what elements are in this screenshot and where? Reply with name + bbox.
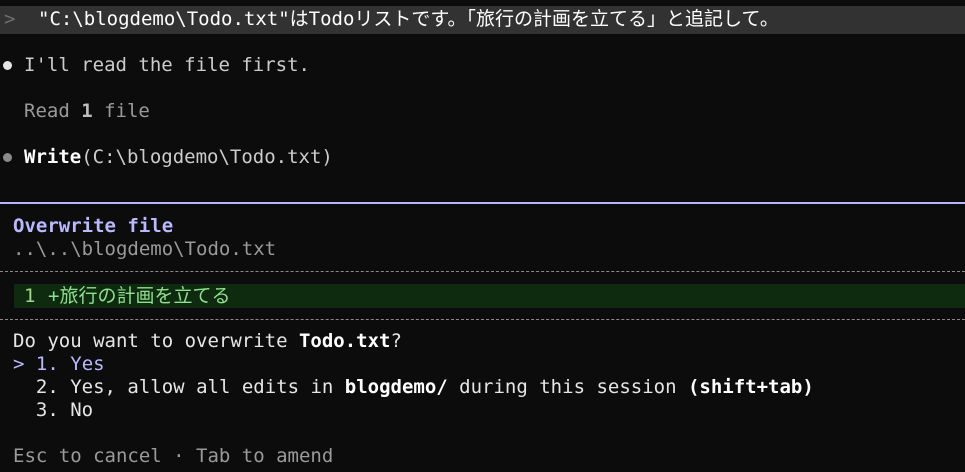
read-prefix: Read [24,100,82,122]
option-no[interactable]: 3. No [13,399,93,422]
option-label-prefix: Yes, allow all edits in [70,376,345,398]
option-number: 3. [35,399,59,421]
dialog-top-border [0,202,965,204]
tool-args: (C:\blogdemo\Todo.txt) [81,146,333,168]
dialog-footer-hint: Esc to cancel · Tab to amend [13,445,334,467]
question-prefix: Do you want to overwrite [13,330,299,352]
overwrite-question: Do you want to overwrite Todo.txt? [13,330,402,353]
tool-call: Write(C:\blogdemo\Todo.txt) [24,146,333,169]
read-count: 1 [81,100,93,122]
diff-top-divider [0,271,965,272]
option-shortcut: (shift+tab) [687,376,814,398]
option-label: No [70,399,94,421]
diff-marker: + [48,285,60,307]
user-prompt-text: "C:\blogdemo\Todo.txt"はTodoリストです。「旅行の計画を… [38,8,779,30]
prompt-caret: > [4,8,16,30]
selection-caret-icon: > [13,353,25,375]
option-yes[interactable]: > 1. Yes [13,353,105,376]
assistant-message: I'll read the file first. [24,54,310,76]
diff-line-content: +旅行の計画を立てる [48,284,230,308]
dialog-file-path: ..\..\blogdemo\Todo.txt [13,238,277,260]
diff-bottom-divider [0,319,965,320]
question-suffix: ? [390,330,402,352]
tool-name: Write [24,146,82,168]
option-label-mid: during this session [447,376,688,398]
tool-bullet-icon [3,153,12,162]
dialog-title: Overwrite file [13,215,174,237]
diff-line-number: 1 [24,285,36,307]
read-suffix: file [92,100,150,122]
question-file: Todo.txt [298,330,391,352]
message-bullet-icon [3,61,12,70]
read-summary: Read 1 file [24,100,150,123]
option-number: 2. [35,376,59,398]
diff-added-text: 旅行の計画を立てる [59,285,231,307]
option-yes-allow-all[interactable]: 2. Yes, allow all edits in blogdemo/ dur… [13,376,814,399]
option-folder: blogdemo/ [344,376,448,398]
option-number: 1. [35,353,59,375]
option-label: Yes [70,353,105,375]
